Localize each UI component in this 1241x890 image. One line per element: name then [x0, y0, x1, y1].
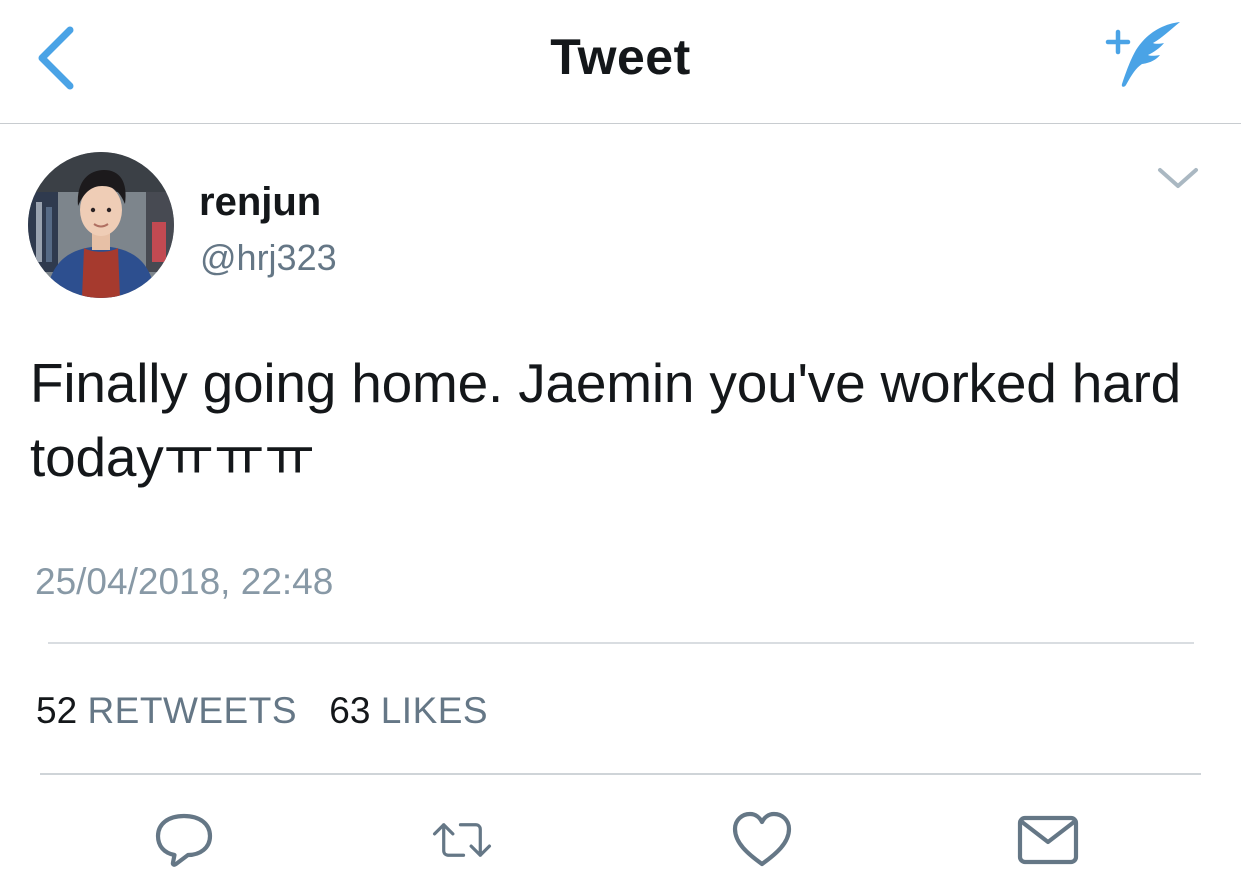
likes-count: 63 — [329, 690, 371, 731]
share-via-message-button[interactable] — [1016, 808, 1080, 872]
compose-tweet-button[interactable] — [1092, 14, 1188, 94]
like-button[interactable] — [730, 808, 794, 872]
chevron-down-icon — [1158, 168, 1198, 188]
author-handle[interactable]: @hrj323 — [200, 237, 337, 279]
divider — [40, 773, 1201, 775]
retweet-button[interactable] — [430, 808, 494, 872]
page-title: Tweet — [550, 29, 691, 85]
engagement-stats: 52 RETWEETS 63 LIKES — [36, 690, 488, 732]
reply-button[interactable] — [152, 808, 216, 872]
mail-icon — [1017, 815, 1079, 865]
tweet-detail-screen: Tweet renjun @hrj323 Finally going home.… — [0, 0, 1241, 890]
retweets-count: 52 — [36, 690, 78, 731]
retweets-stat[interactable]: 52 RETWEETS — [36, 690, 297, 732]
tweet-text: Finally going home. Jaemin you've worked… — [30, 352, 1181, 488]
retweet-icon — [432, 823, 492, 857]
likes-label: LIKES — [380, 690, 489, 731]
navigation-header: Tweet — [0, 0, 1241, 124]
compose-tweet-icon — [1105, 22, 1180, 87]
likes-stat[interactable]: 63 LIKES — [329, 690, 488, 732]
tweet-timestamp: 25/04/2018, 22:48 — [35, 561, 334, 602]
divider — [48, 642, 1194, 644]
avatar[interactable] — [28, 152, 174, 298]
author-display-name[interactable]: renjun — [199, 180, 321, 225]
profile-photo — [28, 152, 174, 298]
heart-icon — [732, 811, 792, 867]
reply-icon — [155, 813, 213, 867]
retweets-label: RETWEETS — [87, 690, 297, 731]
more-options-button[interactable] — [1152, 160, 1204, 198]
